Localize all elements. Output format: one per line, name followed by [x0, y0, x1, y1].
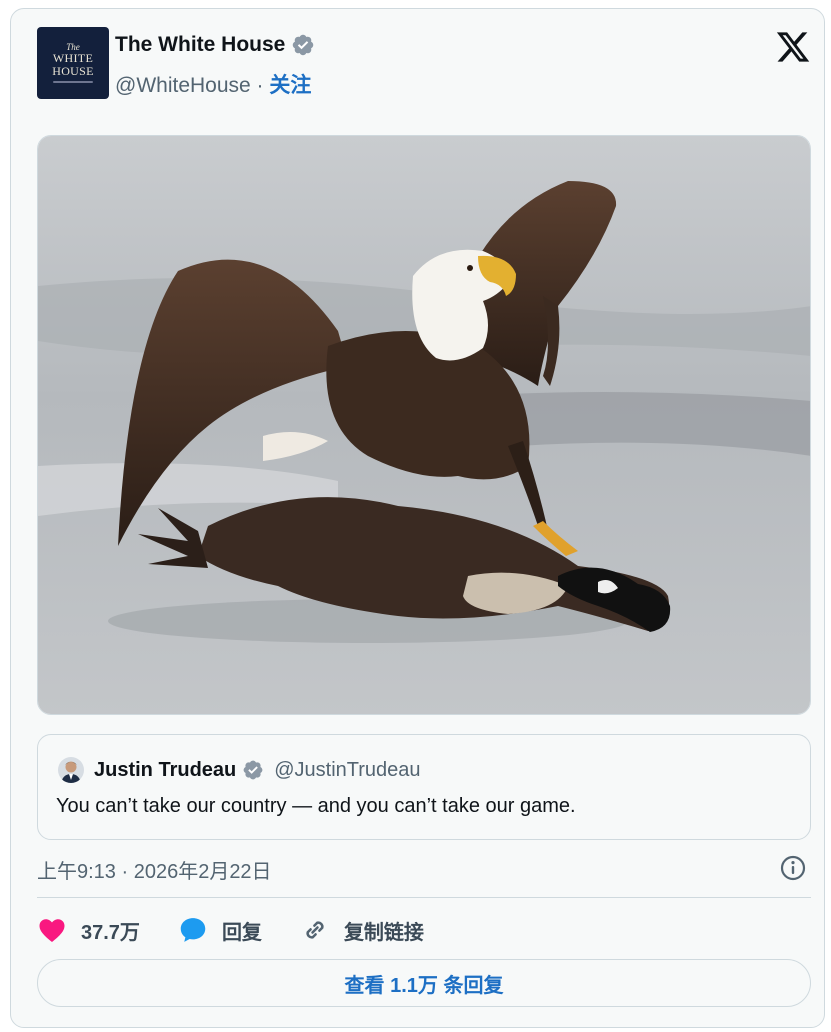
quoted-tweet-text: You can’t take our country — and you can…	[56, 795, 576, 817]
author-handle[interactable]: @WhiteHouse	[115, 74, 251, 97]
copy-link-button[interactable]: 复制链接	[300, 915, 424, 945]
info-icon[interactable]	[779, 854, 807, 882]
follow-link[interactable]: 关注	[269, 74, 311, 97]
tweet-card: The WHITE HOUSE The White House @WhiteHo…	[10, 8, 825, 1028]
verified-badge-icon	[293, 34, 314, 56]
avatar-underline	[53, 81, 93, 84]
tweet-timestamp[interactable]: 上午9:13 · 2026年2月22日	[37, 855, 272, 884]
author-display-name[interactable]: The White House	[115, 33, 285, 57]
copy-link-label: 复制链接	[343, 921, 424, 944]
action-bar: 37.7万 回复 复制链接	[37, 913, 462, 947]
link-icon	[306, 921, 324, 939]
quoted-tweet-header: Justin Trudeau @JustinTrudeau	[58, 757, 421, 783]
reply-label: 回复	[221, 921, 262, 944]
author-avatar[interactable]: The WHITE HOUSE	[37, 27, 109, 99]
divider	[37, 897, 811, 898]
avatar-text-white: WHITE	[52, 51, 94, 66]
view-replies-button[interactable]: 查看 1.1万 条回复	[37, 959, 811, 1007]
like-button[interactable]: 37.7万	[37, 915, 140, 945]
quoted-author-handle[interactable]: @JustinTrudeau	[274, 759, 420, 782]
author-name-row: The White House	[115, 33, 315, 57]
avatar-text-house: HOUSE	[52, 63, 94, 78]
speech-bubble-icon	[180, 918, 206, 942]
eagle-goose-photo	[38, 136, 810, 714]
reply-button[interactable]: 回复	[178, 915, 262, 945]
heart-icon	[39, 919, 65, 942]
author-handle-row: @WhiteHouse · 关注	[115, 69, 311, 99]
verified-badge-icon	[243, 760, 263, 780]
like-count: 37.7万	[81, 921, 140, 944]
tweet-image[interactable]	[37, 135, 811, 715]
quoted-author-name[interactable]: Justin Trudeau	[94, 759, 236, 782]
quoted-tweet[interactable]: Justin Trudeau @JustinTrudeau You can’t …	[37, 734, 811, 840]
quoted-author-avatar[interactable]	[58, 757, 84, 783]
separator-dot: ·	[256, 74, 264, 97]
person-avatar-icon	[58, 757, 84, 783]
x-logo-icon[interactable]	[775, 29, 811, 65]
